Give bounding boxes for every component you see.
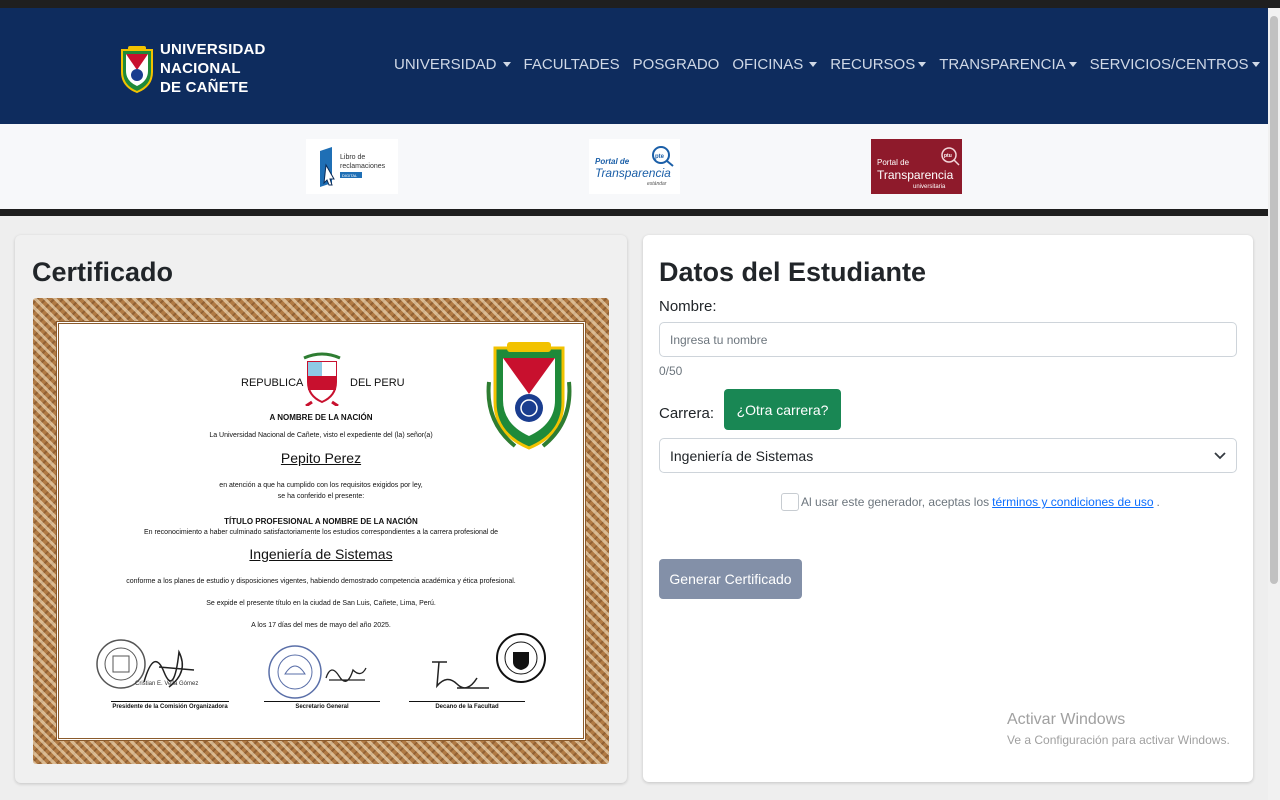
- university-shield-icon: [121, 45, 153, 93]
- name-label: Nombre:: [659, 298, 717, 315]
- career-select[interactable]: Ingeniería de Sistemas: [659, 438, 1237, 473]
- caret-down-icon: [1068, 62, 1077, 67]
- certificate-career: Ingeniería de Sistemas: [249, 546, 393, 562]
- professional-title-line: TÍTULO PROFESIONAL A NOMBRE DE LA NACIÓN: [224, 517, 418, 526]
- signature-label-2: Secretario General: [295, 704, 349, 710]
- republic-right-text: DEL PERU: [350, 377, 405, 389]
- center-seal-icon: [268, 645, 322, 699]
- caret-down-icon: [502, 62, 511, 67]
- peru-coat-of-arms-icon: [303, 352, 341, 406]
- certificate-student-name: Pepito Perez: [280, 450, 362, 466]
- issued-text: Se expide el presente título en la ciuda…: [206, 600, 436, 607]
- portal-transparencia-estandar-logo: pte Portal de Transparencia estándar: [595, 146, 674, 187]
- libro-line-1: Libro de: [340, 154, 365, 161]
- nav-label: SERVICIOS/CENTROS: [1089, 56, 1249, 73]
- signer-name: Cristian E. Vella Gómez: [135, 681, 199, 687]
- signature-scribble-3-icon: [432, 661, 489, 689]
- nav-oficinas[interactable]: OFICINAS: [732, 56, 818, 73]
- nav-recursos[interactable]: RECURSOS: [830, 56, 927, 73]
- pte-line-2: Transparencia: [595, 166, 671, 180]
- generate-certificate-button[interactable]: Generar Certificado: [659, 559, 802, 599]
- scrollbar-thumb[interactable]: [1270, 16, 1278, 584]
- nav-label: POSGRADO: [632, 56, 720, 73]
- libro-reclamaciones-link[interactable]: Libro de reclamaciones DIGITAL: [306, 139, 398, 194]
- nav-transparencia[interactable]: TRANSPARENCIA: [939, 56, 1077, 73]
- logo-line-2: NACIONAL: [160, 60, 241, 77]
- nav-universidad[interactable]: UNIVERSIDAD: [394, 56, 511, 73]
- nav-servicios-centros[interactable]: SERVICIOS/CENTROS: [1090, 56, 1260, 73]
- pte-line-1: Portal de: [595, 157, 630, 166]
- portal-transparencia-universitaria-link[interactable]: ptu Portal de Transparencia universitari…: [871, 139, 962, 194]
- libro-line-2: reclamaciones: [340, 163, 386, 170]
- signature-line-3: [409, 701, 525, 702]
- certificate-card: Certificado REPUBLICA DEL PERU A NOMBRE …: [15, 235, 627, 783]
- certificate-body: REPUBLICA DEL PERU A NOMBRE DE LA NACIÓN: [56, 321, 586, 741]
- watermark-line-2: Ve a Configuración para activar Windows.: [1007, 733, 1230, 747]
- date-text: A los 17 días del mes de mayo del año 20…: [251, 622, 391, 629]
- signature-label-1: Presidente de la Comisión Organizadora: [112, 704, 228, 710]
- career-label: Carrera:: [659, 405, 715, 422]
- conformity-text: conforme a los planes de estudio y dispo…: [126, 578, 516, 585]
- name-char-counter: 0/50: [659, 364, 683, 378]
- nav-label: FACULTADES: [523, 56, 620, 73]
- nav-label: RECURSOS: [830, 56, 916, 73]
- ptu-line-2: Transparencia: [877, 168, 954, 182]
- pte-line-3: estándar: [647, 181, 667, 187]
- page-scrollbar[interactable]: [1268, 8, 1280, 800]
- signature-line-1: [111, 701, 229, 702]
- certificate-heading: Certificado: [32, 257, 174, 287]
- nav-label: UNIVERSIDAD: [394, 56, 497, 73]
- university-logo[interactable]: UNIVERSIDAD NACIONAL DE CAÑETE: [118, 40, 266, 97]
- terms-row: Al usar este generador, aceptas los térm…: [781, 493, 1160, 511]
- terms-suffix: .: [1156, 495, 1160, 509]
- main-nav: UNIVERSIDAD FACULTADES POSGRADO OFICINAS…: [394, 56, 1273, 73]
- nation-heading: A NOMBRE DE LA NACIÓN: [269, 413, 373, 422]
- career-selected-value: Ingeniería de Sistemas: [670, 447, 814, 464]
- signature-label-3: Decano de la Facultad: [435, 704, 499, 710]
- terms-checkbox[interactable]: [781, 493, 799, 511]
- recognition-text: En reconocimiento a haber culminado sati…: [143, 529, 499, 536]
- nav-facultades[interactable]: FACULTADES: [524, 56, 620, 73]
- ptu-badge: ptu: [944, 153, 952, 159]
- certificate-preview: REPUBLICA DEL PERU A NOMBRE DE LA NACIÓN: [33, 298, 609, 764]
- site-header: UNIVERSIDAD NACIONAL DE CAÑETE UNIVERSID…: [0, 8, 1268, 124]
- name-input[interactable]: [659, 322, 1237, 357]
- chevron-down-icon: [1214, 451, 1226, 459]
- caret-down-icon: [1251, 62, 1260, 67]
- right-seal-icon: [496, 633, 546, 683]
- libro-tag: DIGITAL: [342, 173, 358, 178]
- logo-line-3: DE CAÑETE: [160, 79, 249, 96]
- nav-posgrado[interactable]: POSGRADO: [633, 56, 720, 73]
- ptu-line-1: Portal de: [877, 158, 910, 167]
- partner-logos-bar: Libro de reclamaciones DIGITAL pte Porta…: [0, 124, 1268, 209]
- other-career-button[interactable]: ¿Otra carrera?: [724, 389, 841, 430]
- signature-scribble-2-icon: [325, 667, 367, 682]
- attention-text-1: en atención a que ha cumplido con los re…: [219, 482, 423, 489]
- portal-transparencia-estandar-link[interactable]: pte Portal de Transparencia estándar: [589, 139, 680, 194]
- libro-reclamaciones-logo: Libro de reclamaciones DIGITAL: [320, 147, 386, 187]
- ptu-line-3: universitaria: [913, 184, 946, 190]
- windows-activation-watermark: Activar Windows Ve a Configuración para …: [1007, 711, 1230, 747]
- signature-line-2: [264, 701, 380, 702]
- pte-badge: pte: [655, 154, 665, 160]
- student-data-heading: Datos del Estudiante: [659, 257, 927, 287]
- logo-line-1: UNIVERSIDAD: [160, 41, 266, 58]
- terms-link[interactable]: términos y condiciones de uso: [992, 495, 1153, 509]
- republic-left-text: REPUBLICA: [241, 377, 304, 389]
- nav-label: OFICINAS: [732, 56, 804, 73]
- attention-text-2: se ha conferido el presente:: [277, 493, 365, 500]
- student-data-card: Datos del Estudiante Nombre: 0/50 Carrer…: [643, 235, 1253, 782]
- window-top-strip: [0, 0, 1280, 8]
- watermark-line-1: Activar Windows: [1007, 711, 1126, 728]
- terms-prefix: Al usar este generador, aceptas los: [801, 495, 990, 509]
- divider-bar: [0, 209, 1268, 216]
- portal-transparencia-universitaria-logo: ptu Portal de Transparencia universitari…: [877, 147, 960, 190]
- caret-down-icon: [918, 62, 927, 67]
- nav-label: TRANSPARENCIA: [939, 56, 1066, 73]
- intro-text: La Universidad Nacional de Cañete, visto…: [209, 432, 433, 439]
- caret-down-icon: [809, 62, 818, 67]
